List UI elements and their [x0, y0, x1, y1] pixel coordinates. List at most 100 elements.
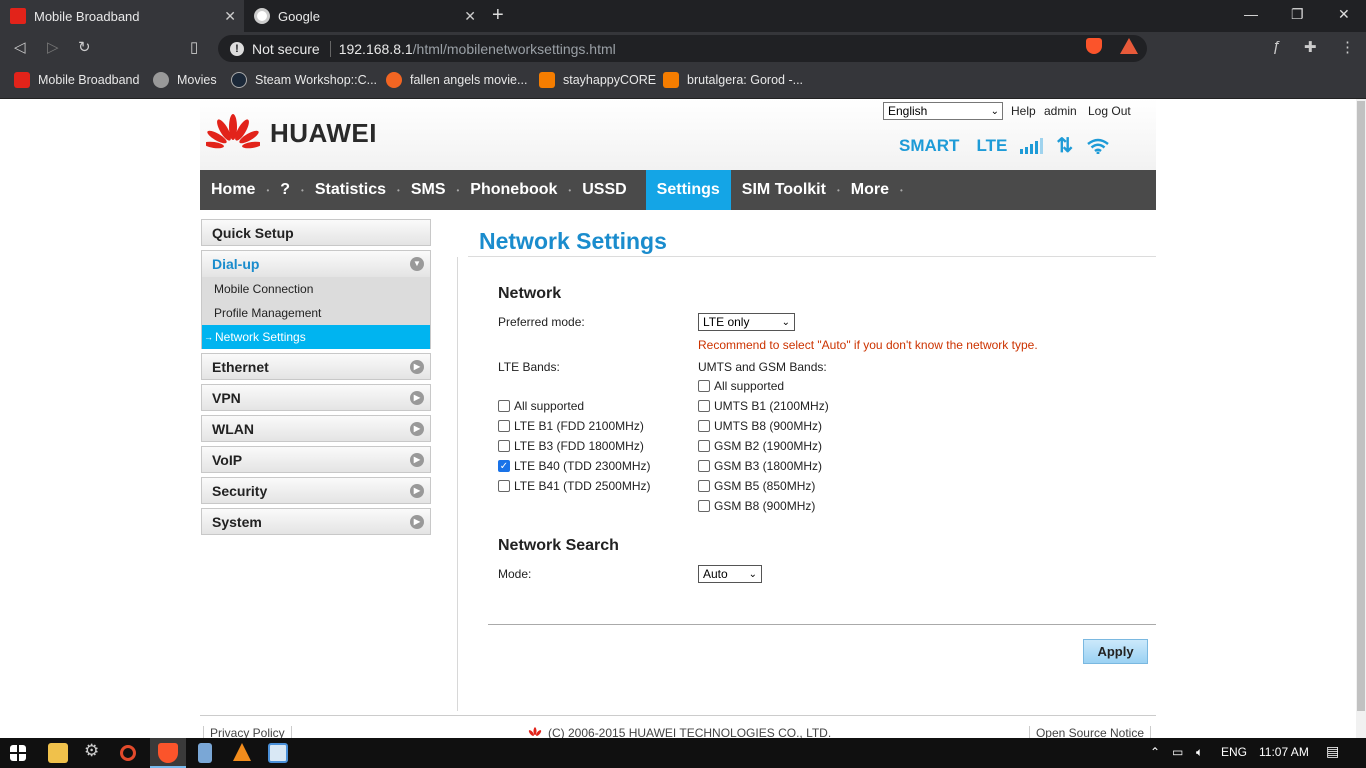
- file-explorer-icon[interactable]: [48, 743, 68, 763]
- sidebar-item-dialup[interactable]: Dial-up ▼: [201, 250, 431, 277]
- preferred-mode-label: Preferred mode:: [498, 315, 585, 329]
- sidebar-item-mobile-connection[interactable]: Mobile Connection: [202, 277, 430, 301]
- forward-icon[interactable]: ▷: [47, 38, 59, 56]
- band-checkbox[interactable]: GSM B5 (850MHz): [698, 479, 815, 493]
- checkbox-icon[interactable]: [698, 440, 710, 452]
- nav-phonebook[interactable]: Phonebook: [459, 170, 568, 210]
- tab-mobile-broadband[interactable]: Mobile Broadband ✕: [0, 0, 244, 32]
- band-checkbox[interactable]: UMTS B8 (900MHz): [698, 419, 822, 433]
- sidebar-item-system[interactable]: System ▶: [201, 508, 431, 535]
- nav-settings[interactable]: Settings: [645, 170, 731, 210]
- nav-help[interactable]: ?: [269, 170, 301, 210]
- language-select[interactable]: English ⌄: [883, 102, 1003, 120]
- sidebar-item-quick-setup[interactable]: Quick Setup: [201, 219, 431, 246]
- nav-statistics[interactable]: Statistics: [304, 170, 397, 210]
- privacy-policy-link[interactable]: Privacy Policy: [203, 726, 292, 738]
- bookmark-icon[interactable]: ▯: [190, 38, 198, 56]
- bookmark-steam-workshop[interactable]: Steam Workshop::C...: [231, 72, 377, 88]
- band-checkbox[interactable]: LTE B3 (FDD 1800MHz): [498, 439, 644, 453]
- bookmark-fallen-angels[interactable]: fallen angels movie...: [386, 72, 527, 88]
- checkbox-icon[interactable]: [698, 460, 710, 472]
- band-checkbox[interactable]: UMTS B1 (2100MHz): [698, 399, 829, 413]
- volume-icon[interactable]: 🔈︎: [1196, 745, 1203, 760]
- not-secure-icon[interactable]: !: [230, 41, 244, 56]
- nav-ussd[interactable]: USSD: [571, 170, 637, 210]
- sidebar-item-vpn[interactable]: VPN ▶: [201, 384, 431, 411]
- nav-more[interactable]: More: [840, 170, 900, 210]
- search-mode-select[interactable]: Auto ⌄: [698, 565, 762, 583]
- bookmark-movies[interactable]: Movies: [153, 72, 217, 88]
- vlc-icon[interactable]: [233, 743, 251, 761]
- bookmark-brutalgera[interactable]: brutalgera: Gorod -...: [663, 72, 803, 88]
- checkbox-icon[interactable]: [698, 400, 710, 412]
- band-checkbox[interactable]: ✓ LTE B40 (TDD 2300MHz): [498, 459, 650, 473]
- preferred-mode-select[interactable]: LTE only ⌄: [698, 313, 795, 331]
- band-checkbox[interactable]: All supported: [498, 399, 584, 413]
- checkbox-icon[interactable]: [698, 420, 710, 432]
- checkbox-icon[interactable]: [498, 480, 510, 492]
- input-language[interactable]: ENG: [1221, 745, 1247, 759]
- app-circle-icon[interactable]: [120, 745, 136, 761]
- huawei-logo: HUAWEI: [206, 113, 377, 153]
- notepad-icon[interactable]: [198, 743, 212, 763]
- checkbox-icon[interactable]: [498, 440, 510, 452]
- clock[interactable]: 11:07 AM: [1259, 745, 1309, 759]
- nav-sms[interactable]: SMS: [400, 170, 457, 210]
- brave-icon[interactable]: [158, 743, 178, 763]
- bookmark-mobile-broadband[interactable]: Mobile Broadband: [14, 72, 139, 88]
- close-window-icon[interactable]: ✕: [1338, 6, 1350, 23]
- checkbox-icon[interactable]: [498, 400, 510, 412]
- brave-rewards-icon[interactable]: [1120, 38, 1138, 54]
- smart-label: SMART: [899, 135, 960, 155]
- sidebar-item-security[interactable]: Security ▶: [201, 477, 431, 504]
- nav-sim-toolkit[interactable]: SIM Toolkit: [731, 170, 837, 210]
- page-scrollbar[interactable]: [1356, 99, 1366, 738]
- restore-icon[interactable]: ❐: [1291, 6, 1304, 23]
- extension-f-icon[interactable]: ƒ: [1272, 38, 1280, 55]
- address-bar[interactable]: ! Not secure 192.168.8.1 /html/mobilenet…: [218, 35, 1147, 62]
- apply-button[interactable]: Apply: [1083, 639, 1148, 664]
- tab-google[interactable]: Google ✕: [244, 0, 484, 32]
- sidebar-item-ethernet[interactable]: Ethernet ▶: [201, 353, 431, 380]
- logout-link[interactable]: Log Out: [1088, 104, 1131, 118]
- sidebar-item-profile-management[interactable]: Profile Management: [202, 301, 430, 325]
- open-source-notice-link[interactable]: Open Source Notice: [1028, 726, 1151, 738]
- search-mode-label: Mode:: [498, 567, 532, 581]
- band-checkbox[interactable]: All supported: [698, 379, 784, 393]
- checkbox-icon[interactable]: [498, 420, 510, 432]
- windows-start-icon[interactable]: [10, 745, 26, 761]
- band-checkbox[interactable]: LTE B1 (FDD 2100MHz): [498, 419, 644, 433]
- checkbox-icon[interactable]: [698, 500, 710, 512]
- settings-gear-icon[interactable]: ⚙: [84, 741, 104, 761]
- sidebar-item-network-settings[interactable]: → Network Settings: [202, 325, 430, 349]
- close-tab-icon[interactable]: ✕: [464, 8, 476, 25]
- checkbox-icon[interactable]: [698, 380, 710, 392]
- checkbox-icon[interactable]: [698, 480, 710, 492]
- chevron-up-icon[interactable]: ⌃: [1150, 745, 1160, 759]
- new-tab-icon[interactable]: +: [492, 4, 504, 27]
- band-checkbox[interactable]: LTE B41 (TDD 2500MHz): [498, 479, 650, 493]
- sidebar-item-wlan[interactable]: WLAN ▶: [201, 415, 431, 442]
- reload-icon[interactable]: ↻: [78, 38, 91, 56]
- bookmark-stayhappycore[interactable]: stayhappyCORE: [539, 72, 656, 88]
- network-type: LTE: [976, 135, 1008, 155]
- menu-icon[interactable]: ⋮: [1340, 38, 1355, 56]
- extensions-puzzle-icon[interactable]: ✚: [1304, 38, 1317, 56]
- band-checkbox[interactable]: GSM B8 (900MHz): [698, 499, 815, 513]
- notifications-icon[interactable]: ▤: [1326, 743, 1339, 760]
- back-icon[interactable]: ◁: [14, 38, 26, 56]
- brave-shield-icon[interactable]: [1086, 38, 1102, 54]
- minimize-icon[interactable]: —: [1244, 6, 1258, 22]
- nav-home[interactable]: Home: [200, 170, 266, 210]
- sidebar-item-voip[interactable]: VoIP ▶: [201, 446, 431, 473]
- page-footer: Privacy Policy (C) 2006-2015 HUAWEI TECH…: [200, 715, 1156, 738]
- band-checkbox[interactable]: GSM B3 (1800MHz): [698, 459, 822, 473]
- close-tab-icon[interactable]: ✕: [224, 8, 236, 25]
- band-checkbox[interactable]: GSM B2 (1900MHz): [698, 439, 822, 453]
- network-icon[interactable]: ▭: [1172, 745, 1183, 759]
- help-link[interactable]: Help: [1011, 104, 1036, 118]
- umts-gsm-bands-label: UMTS and GSM Bands:: [698, 360, 827, 374]
- scrollbar-thumb[interactable]: [1357, 101, 1365, 711]
- checkbox-checked-icon[interactable]: ✓: [498, 460, 510, 472]
- window-app-icon[interactable]: [268, 743, 288, 763]
